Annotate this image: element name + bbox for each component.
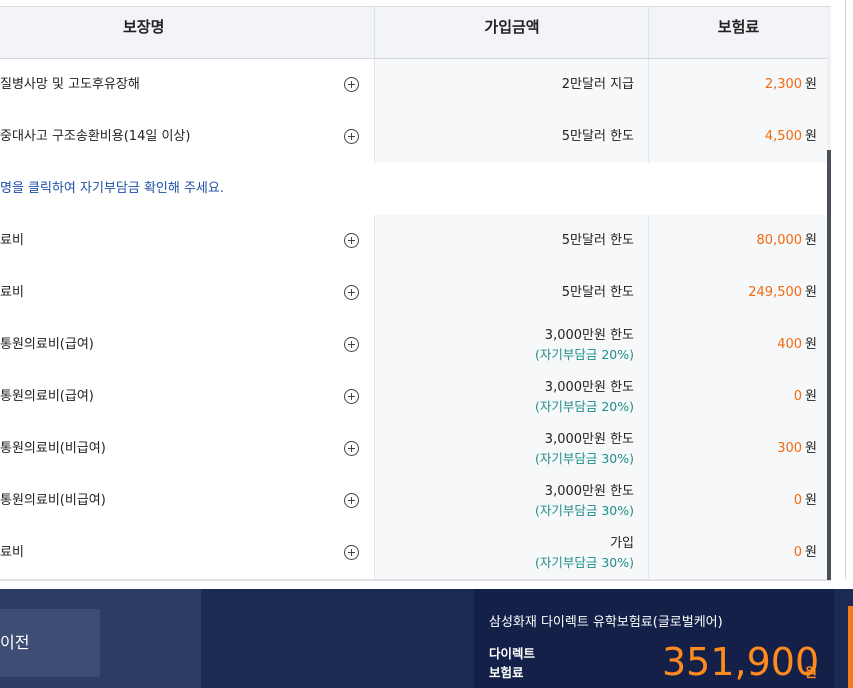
premium-unit: 원 — [805, 441, 817, 456]
premium-value: 2,300 — [764, 77, 803, 92]
premium-unit: 원 — [805, 77, 817, 92]
prev-panel: 이전 — [0, 589, 201, 688]
coverage-amount: 3,000만원 한도 — [544, 328, 634, 343]
premium-value: 4,500 — [764, 129, 803, 144]
scrollbar-thumb[interactable] — [827, 150, 831, 580]
table-row: 중대사고 구조송환비용(14일 이상) 5만달러 한도 4,500 원 — [0, 111, 828, 164]
coverage-amount: 5만달러 한도 — [561, 233, 634, 248]
premium-value: 0 — [793, 493, 803, 508]
coverage-table: 보장명 가입금액 보험료 질병사망 및 고도후유장해 2만달러 지급 2,300… — [0, 6, 831, 581]
coverage-name[interactable]: 질병사망 및 고도후유장해 — [0, 59, 140, 111]
next-button-edge[interactable] — [848, 606, 853, 688]
coverage-name[interactable]: 통원의료비(급여) — [0, 371, 94, 423]
total-premium-unit: 원 — [805, 666, 817, 681]
table-row: 통원의료비(급여) 3,000만원 한도 (자기부담금 20%) 0원 — [0, 371, 828, 424]
deductible-notice: 명을 클릭하여 자기부담금 확인해 주세요. — [0, 163, 827, 216]
premium-unit: 원 — [805, 389, 817, 404]
coverage-name[interactable]: 통원의료비(비급여) — [0, 423, 106, 475]
coverage-amount: 가입 — [610, 536, 634, 551]
plus-circle-icon[interactable] — [344, 389, 359, 404]
total-premium-value: 351,900 — [662, 640, 820, 684]
premium-value: 249,500 — [748, 285, 803, 300]
deductible-note: (자기부담금 30%) — [534, 555, 634, 570]
table-row: 료비 가입 (자기부담금 30%) 0원 — [0, 527, 828, 580]
table-row: 질병사망 및 고도후유장해 2만달러 지급 2,300 원 — [0, 59, 828, 112]
premium-value: 0 — [793, 545, 803, 560]
table-row: 료비 5만달러 한도 80,000 원 — [0, 215, 828, 268]
coverage-amount: 3,000만원 한도 — [544, 484, 634, 499]
page-edge — [845, 0, 853, 579]
plus-circle-icon[interactable] — [344, 545, 359, 560]
premium-unit: 원 — [805, 493, 817, 508]
plus-circle-icon[interactable] — [344, 129, 359, 144]
premium-value: 400 — [777, 337, 803, 352]
coverage-amount: 5만달러 한도 — [561, 285, 634, 300]
table-row: 통원의료비(비급여) 3,000만원 한도 (자기부담금 30%) 0원 — [0, 475, 828, 528]
plus-circle-icon[interactable] — [344, 337, 359, 352]
deductible-note: (자기부담금 20%) — [534, 399, 634, 414]
coverage-name[interactable]: 통원의료비(비급여) — [0, 475, 106, 527]
header-coverage-name: 보장명 — [123, 18, 165, 36]
product-name: 삼성화재 다이렉트 유학보험료(글로벌케어) — [489, 615, 723, 630]
premium-value: 0 — [793, 389, 803, 404]
deductible-note: (자기부담금 30%) — [534, 451, 634, 466]
premium-unit: 원 — [805, 233, 817, 248]
coverage-name[interactable]: 료비 — [0, 267, 24, 319]
table-header: 보장명 가입금액 보험료 — [0, 7, 827, 59]
table-row: 통원의료비(급여) 3,000만원 한도 (자기부담금 20%) 400 원 — [0, 319, 828, 372]
coverage-amount: 3,000만원 한도 — [544, 432, 634, 447]
coverage-amount: 3,000만원 한도 — [544, 380, 634, 395]
prev-button[interactable]: 이전 — [0, 609, 100, 677]
direct-premium-label: 다이렉트 보험료 — [489, 646, 536, 680]
coverage-name[interactable]: 료비 — [0, 527, 24, 579]
premium-unit: 원 — [805, 337, 817, 352]
table-row: 료비 5만달러 한도 249,500 원 — [0, 267, 828, 320]
coverage-name[interactable]: 중대사고 구조송환비용(14일 이상) — [0, 111, 190, 163]
premium-value: 80,000 — [756, 233, 803, 248]
coverage-amount: 5만달러 한도 — [561, 129, 634, 144]
total-premium-panel: 삼성화재 다이렉트 유학보험료(글로벌케어) 다이렉트 보험료 351,900 … — [474, 589, 834, 688]
premium-unit: 원 — [805, 285, 817, 300]
plus-circle-icon[interactable] — [344, 233, 359, 248]
plus-circle-icon[interactable] — [344, 285, 359, 300]
deductible-note: (자기부담금 20%) — [534, 347, 634, 362]
plus-circle-icon[interactable] — [344, 77, 359, 92]
coverage-name[interactable]: 통원의료비(급여) — [0, 319, 94, 371]
footer-bar: 이전 삼성화재 다이렉트 유학보험료(글로벌케어) 다이렉트 보험료 351,9… — [0, 589, 853, 688]
header-amount: 가입금액 — [374, 7, 649, 58]
coverage-name[interactable]: 료비 — [0, 215, 24, 267]
deductible-note: (자기부담금 30%) — [534, 503, 634, 518]
plus-circle-icon[interactable] — [344, 493, 359, 508]
plus-circle-icon[interactable] — [344, 441, 359, 456]
header-premium: 보험료 — [648, 7, 828, 58]
premium-unit: 원 — [805, 545, 817, 560]
premium-value: 300 — [777, 441, 803, 456]
table-row: 통원의료비(비급여) 3,000만원 한도 (자기부담금 30%) 300 원 — [0, 423, 828, 476]
coverage-amount: 2만달러 지급 — [561, 77, 634, 92]
premium-unit: 원 — [805, 129, 817, 144]
